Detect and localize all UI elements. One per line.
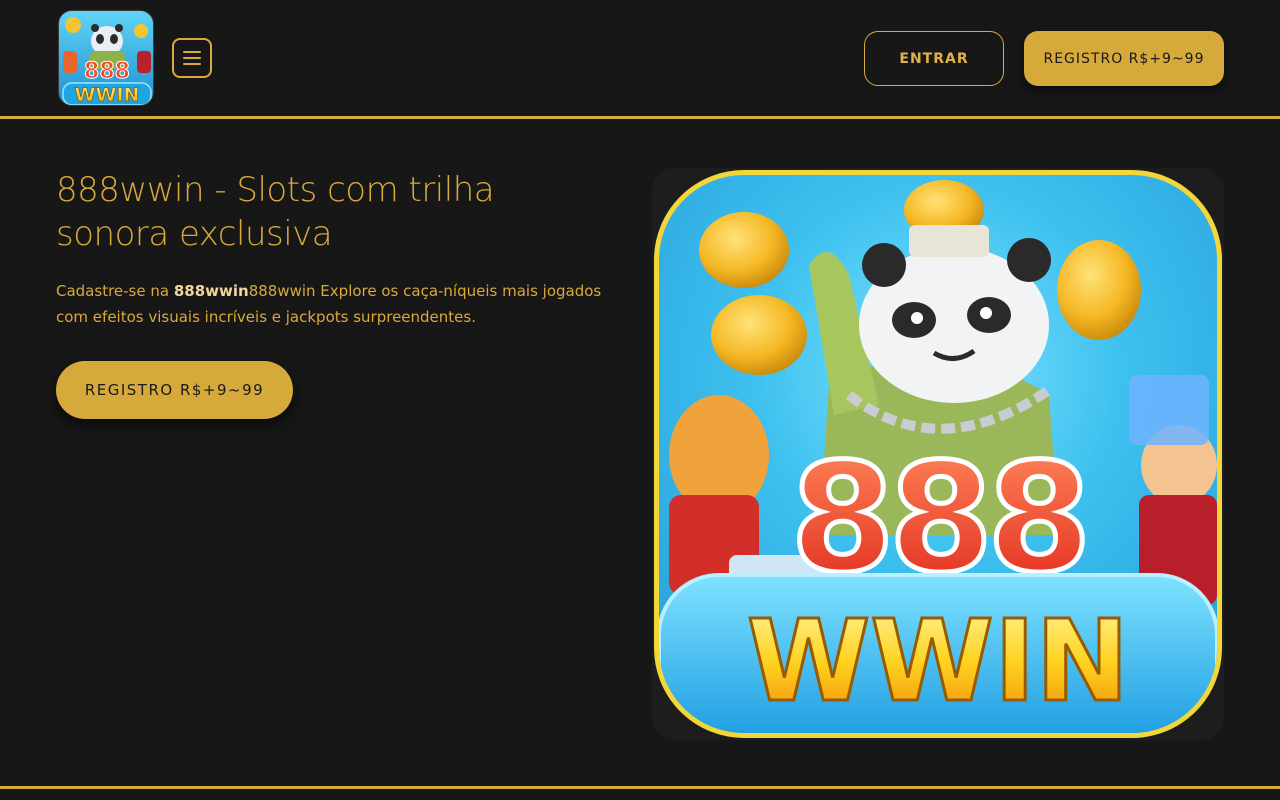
logo-wwin-text: WWIN bbox=[75, 84, 140, 106]
gold-coin-icon bbox=[711, 295, 807, 375]
hero-image-card: 888 WWIN bbox=[652, 168, 1224, 740]
register-button-hero[interactable]: REGISTRO R$+9~99 bbox=[56, 361, 293, 419]
brand-logo[interactable]: 888 WWIN bbox=[58, 10, 154, 106]
hero-description: Cadastre-se na 888wwin888wwin Explore os… bbox=[56, 278, 616, 330]
logo-888-text: 888 bbox=[84, 59, 130, 84]
hero-description-prefix: Cadastre-se na bbox=[56, 282, 174, 300]
gift-box bbox=[1129, 375, 1209, 445]
footer-divider bbox=[0, 786, 1280, 789]
hamburger-icon bbox=[183, 51, 201, 65]
hero-game-art: 888 WWIN bbox=[659, 180, 1217, 733]
menu-button[interactable] bbox=[172, 38, 212, 78]
hero-game-image: 888 WWIN bbox=[654, 170, 1222, 738]
gold-coin-icon bbox=[699, 212, 789, 288]
page-title: 888wwin - Slots com trilha sonora exclus… bbox=[56, 170, 495, 254]
register-button-header[interactable]: REGISTRO R$+9~99 bbox=[1024, 31, 1224, 86]
login-button[interactable]: ENTRAR bbox=[864, 31, 1004, 86]
panda-hat bbox=[909, 225, 989, 257]
gold-coin-icon bbox=[1057, 240, 1141, 340]
site-header: 888 WWIN ENTRAR REGISTRO R$+9~99 bbox=[0, 0, 1280, 119]
brand-logo-art: 888 WWIN bbox=[59, 11, 153, 106]
hero-wwin-text: WWIN bbox=[747, 597, 1129, 727]
hero-description-brand: 888wwin bbox=[173, 282, 249, 300]
